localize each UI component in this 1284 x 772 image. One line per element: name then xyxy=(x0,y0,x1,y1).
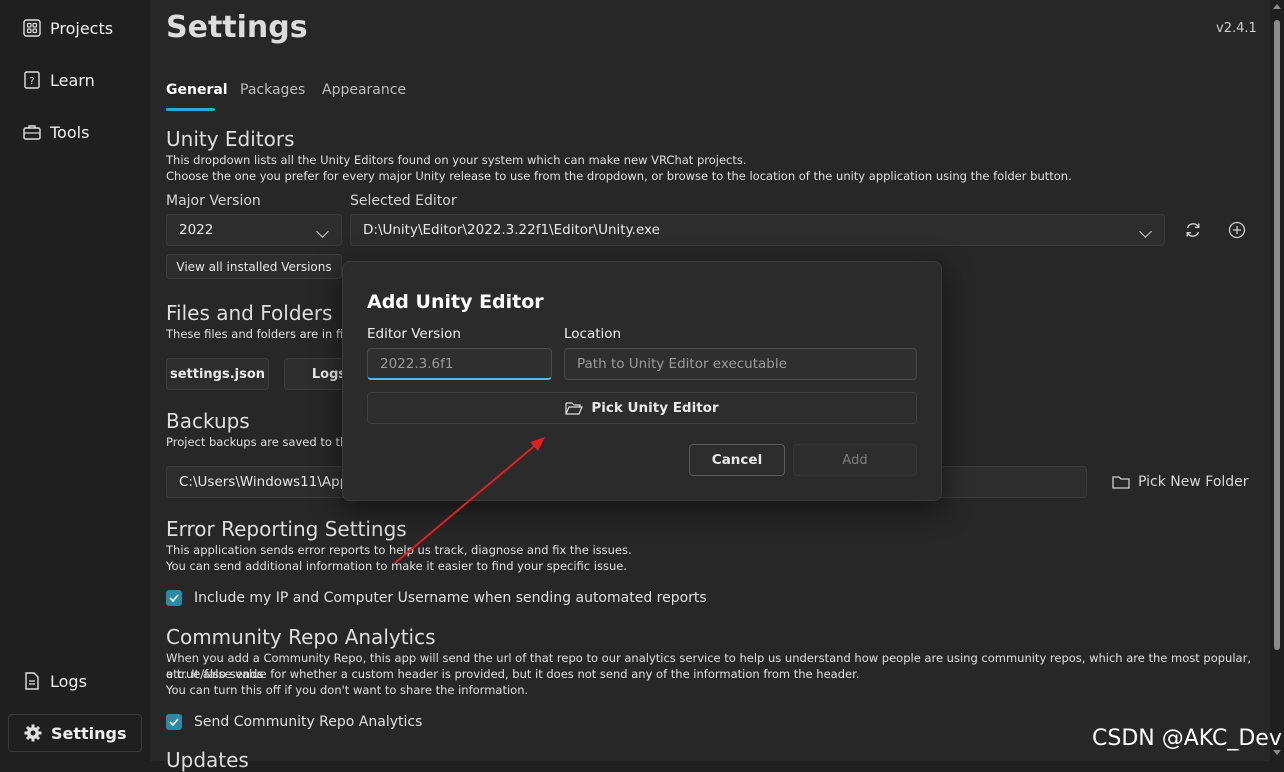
files-folders-desc: These files and folders are in fixed xyxy=(166,327,365,341)
tab-packages[interactable]: Packages xyxy=(240,82,305,98)
chevron-down-icon xyxy=(316,225,329,238)
scrollbar[interactable] xyxy=(1270,0,1284,761)
selected-editor-label: Selected Editor xyxy=(350,193,457,209)
editor-version-placeholder: 2022.3.6f1 xyxy=(380,355,454,372)
add-button[interactable]: Add xyxy=(793,444,917,476)
sidebar-item-projects[interactable]: Projects xyxy=(8,9,142,47)
view-all-versions-button[interactable]: View all installed Versions xyxy=(166,254,342,279)
sidebar-item-label: Tools xyxy=(50,122,90,142)
scroll-up-arrow-icon[interactable] xyxy=(1273,4,1281,9)
sidebar: Projects ? Learn Tools Logs Settings xyxy=(0,0,150,761)
editor-version-label: Editor Version xyxy=(367,326,461,342)
analytics-desc-2: a true/false value for whether a custom … xyxy=(166,667,860,681)
checkmark-icon xyxy=(169,594,179,602)
question-book-icon: ? xyxy=(24,71,40,89)
pick-unity-editor-button[interactable]: Pick Unity Editor xyxy=(367,392,917,424)
backup-path-value: C:\Users\Windows11\AppD xyxy=(179,474,359,490)
major-version-value: 2022 xyxy=(179,222,214,238)
analytics-checkbox[interactable] xyxy=(166,714,182,730)
analytics-heading: Community Repo Analytics xyxy=(166,625,436,649)
error-reporting-checkbox[interactable] xyxy=(166,590,182,606)
updates-heading: Updates xyxy=(166,748,249,772)
error-reporting-checkbox-row[interactable]: Include my IP and Computer Username when… xyxy=(166,590,707,606)
settings-json-button[interactable]: settings.json xyxy=(166,358,269,390)
error-reporting-desc-2: You can send additional information to m… xyxy=(166,559,627,573)
grid-icon xyxy=(23,19,41,37)
unity-editors-desc-1: This dropdown lists all the Unity Editor… xyxy=(166,153,747,167)
app-version: v2.4.1 xyxy=(1216,21,1257,36)
pick-new-folder-label: Pick New Folder xyxy=(1138,474,1249,490)
unity-editors-heading: Unity Editors xyxy=(166,127,295,151)
scrollbar-thumb[interactable] xyxy=(1274,20,1280,650)
location-input[interactable]: Path to Unity Editor executable xyxy=(564,348,917,380)
location-placeholder: Path to Unity Editor executable xyxy=(577,356,787,372)
error-reporting-checkbox-label: Include my IP and Computer Username when… xyxy=(194,590,707,606)
sidebar-item-label: Logs xyxy=(50,671,87,691)
error-reporting-desc-1: This application sends error reports to … xyxy=(166,543,632,557)
sidebar-item-logs[interactable]: Logs xyxy=(8,662,142,700)
backups-desc: Project backups are saved to this xyxy=(166,435,357,449)
watermark-text: CSDN @AKC_Dev xyxy=(1092,726,1282,751)
analytics-desc-3: You can turn this off if you don't want … xyxy=(166,683,529,697)
sidebar-item-tools[interactable]: Tools xyxy=(8,113,142,151)
tab-appearance[interactable]: Appearance xyxy=(322,82,406,98)
major-version-label: Major Version xyxy=(166,193,261,209)
sidebar-item-label: Learn xyxy=(50,70,95,90)
sidebar-item-label: Settings xyxy=(51,723,127,743)
error-reporting-heading: Error Reporting Settings xyxy=(166,517,407,541)
backups-heading: Backups xyxy=(166,409,250,433)
pick-new-folder-button[interactable]: Pick New Folder xyxy=(1112,474,1249,490)
location-label: Location xyxy=(564,326,622,342)
add-unity-editor-dialog: Add Unity Editor Editor Version Location… xyxy=(342,261,942,501)
add-circle-icon[interactable] xyxy=(1227,220,1247,240)
unity-editors-desc-2: Choose the one you prefer for every majo… xyxy=(166,169,1072,183)
major-version-select[interactable]: 2022 xyxy=(166,214,342,246)
sidebar-item-label: Projects xyxy=(50,18,114,38)
toolbox-icon xyxy=(23,125,41,140)
selected-editor-value: D:\Unity\Editor\2022.3.22f1\Editor\Unity… xyxy=(363,222,660,238)
editor-version-input[interactable]: 2022.3.6f1 xyxy=(367,348,552,380)
tab-general[interactable]: General xyxy=(166,82,228,98)
files-folders-heading: Files and Folders xyxy=(166,301,333,325)
dialog-title: Add Unity Editor xyxy=(367,291,544,313)
folder-icon xyxy=(1112,476,1130,489)
document-icon xyxy=(25,672,39,690)
sidebar-item-settings[interactable]: Settings xyxy=(8,714,142,752)
analytics-checkbox-row[interactable]: Send Community Repo Analytics xyxy=(166,714,422,730)
page-title: Settings xyxy=(166,10,308,45)
sidebar-item-learn[interactable]: ? Learn xyxy=(8,61,142,99)
gear-icon xyxy=(24,724,42,742)
cancel-button[interactable]: Cancel xyxy=(689,444,785,476)
folder-open-icon xyxy=(565,401,584,415)
pick-unity-editor-label: Pick Unity Editor xyxy=(591,400,719,416)
refresh-icon[interactable] xyxy=(1183,220,1203,240)
svg-text:?: ? xyxy=(29,76,34,87)
selected-editor-select[interactable]: D:\Unity\Editor\2022.3.22f1\Editor\Unity… xyxy=(350,214,1165,246)
checkmark-icon xyxy=(169,718,179,726)
analytics-checkbox-label: Send Community Repo Analytics xyxy=(194,714,423,730)
tab-active-indicator xyxy=(166,108,215,111)
chevron-down-icon xyxy=(1139,225,1152,238)
